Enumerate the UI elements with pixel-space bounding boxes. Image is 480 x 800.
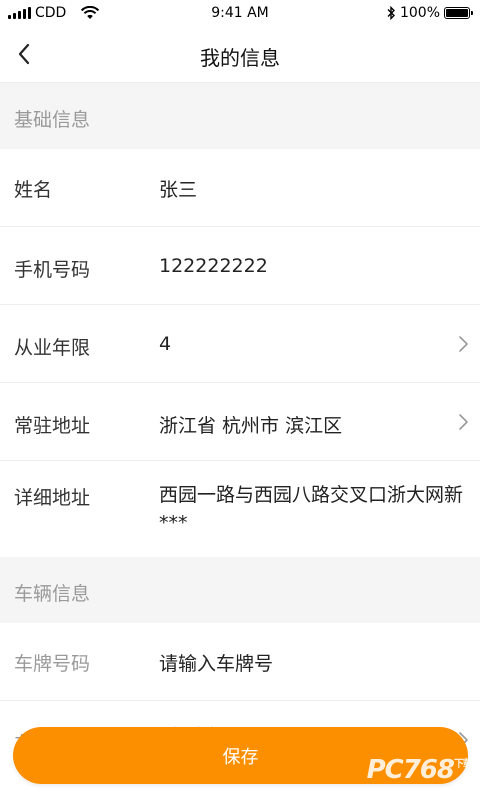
plate-input[interactable]: 请输入车牌号 bbox=[159, 649, 273, 676]
row-phone[interactable]: 手机号码 122222222 bbox=[0, 227, 480, 305]
bluetooth-icon bbox=[387, 6, 395, 20]
name-label: 姓名 bbox=[14, 179, 53, 201]
row-experience[interactable]: 从业年限 4 bbox=[0, 305, 480, 383]
experience-label: 从业年限 bbox=[14, 337, 91, 359]
detail-address-label: 详细地址 bbox=[14, 487, 91, 509]
row-detail-address[interactable]: 详细地址 西园一路与西园八路交叉口浙大网新*** bbox=[0, 461, 480, 557]
battery-percent: 100% bbox=[399, 5, 440, 21]
chevron-right-icon bbox=[459, 414, 468, 430]
section-header-basic: 基础信息 bbox=[0, 83, 480, 149]
experience-value: 4 bbox=[159, 333, 172, 355]
address-label: 常驻地址 bbox=[14, 415, 91, 437]
section-header-vehicle: 车辆信息 bbox=[0, 557, 480, 623]
detail-address-value: 西园一路与西园八路交叉口浙大网新*** bbox=[159, 484, 464, 534]
watermark-sub: 下载 bbox=[454, 759, 473, 770]
battery-icon bbox=[444, 7, 473, 19]
phone-value: 122222222 bbox=[159, 255, 268, 277]
section-title-vehicle: 车辆信息 bbox=[14, 583, 91, 605]
nav-bar: 我的信息 bbox=[0, 28, 480, 83]
address-value: 浙江省 杭州市 滨江区 bbox=[159, 415, 343, 437]
name-value: 张三 bbox=[159, 179, 198, 201]
phone-label: 手机号码 bbox=[14, 259, 91, 281]
plate-label: 车牌号码 bbox=[14, 653, 91, 675]
status-bar: CDD 9:41 AM 100% bbox=[0, 0, 480, 28]
save-button-label: 保存 bbox=[222, 746, 259, 768]
page-title: 我的信息 bbox=[200, 46, 280, 70]
status-right: 100% bbox=[387, 5, 473, 21]
watermark-text: PC768 bbox=[366, 755, 455, 785]
row-plate[interactable]: 车牌号码 请输入车牌号 bbox=[0, 623, 480, 701]
row-address[interactable]: 常驻地址 浙江省 杭州市 滨江区 bbox=[0, 383, 480, 461]
watermark-logo: PC768下载 bbox=[366, 755, 473, 785]
section-title-basic: 基础信息 bbox=[14, 109, 91, 131]
chevron-right-icon bbox=[459, 336, 468, 352]
row-name[interactable]: 姓名 张三 bbox=[0, 149, 480, 227]
